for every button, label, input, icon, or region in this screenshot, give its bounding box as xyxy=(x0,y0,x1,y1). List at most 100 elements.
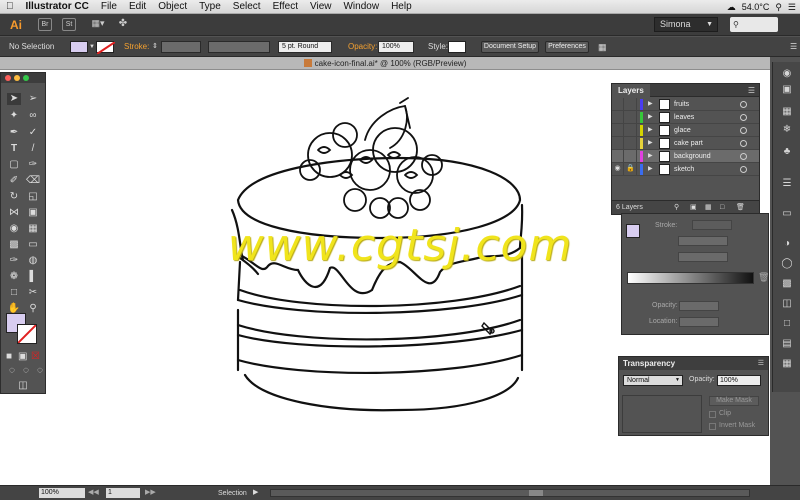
rectangle-tool-icon[interactable]: ▢ xyxy=(7,159,21,171)
scrollbar-thumb[interactable] xyxy=(529,490,543,496)
expand-triangle-icon[interactable]: ▶ xyxy=(648,137,653,150)
cloud-icon[interactable]: ☁ xyxy=(727,2,736,13)
direct-selection-tool-icon[interactable]: ➢ xyxy=(26,93,40,105)
layer-name[interactable]: fruits xyxy=(674,98,689,111)
close-icon[interactable] xyxy=(5,75,11,81)
app-menu[interactable]: Illustrator CC xyxy=(20,0,95,14)
graphic-style-button[interactable] xyxy=(448,41,466,53)
target-circle-icon[interactable] xyxy=(740,166,747,173)
target-circle-icon[interactable] xyxy=(740,127,747,134)
artboard-tool-icon[interactable]: □ xyxy=(7,287,21,299)
transparency-opacity-field[interactable]: 100% xyxy=(717,375,761,386)
location-field[interactable] xyxy=(679,317,719,327)
layer-name[interactable]: glace xyxy=(674,124,691,137)
horizontal-scrollbar[interactable] xyxy=(270,489,750,497)
menu-help[interactable]: Help xyxy=(385,0,418,14)
gradient-fill-swatch[interactable] xyxy=(626,224,640,238)
gpu-performance-icon[interactable]: ✤ xyxy=(116,18,130,31)
layer-row[interactable]: ▶ leaves xyxy=(612,111,759,124)
expand-triangle-icon[interactable]: ▶ xyxy=(648,124,653,137)
variable-width-profile[interactable] xyxy=(208,41,270,53)
zoom-tool-icon[interactable]: ⚲ xyxy=(26,303,40,315)
status-menu-icon[interactable]: ▶ xyxy=(253,488,258,496)
angle-field[interactable] xyxy=(678,236,728,246)
eye-icon[interactable]: ◉ xyxy=(612,163,624,175)
shape-builder-tool-icon[interactable]: ◉ xyxy=(7,223,21,235)
gradient-tool-icon[interactable]: ▭ xyxy=(26,239,40,251)
layers-panel-icon[interactable]: ◫ xyxy=(781,298,793,310)
expand-triangle-icon[interactable]: ▶ xyxy=(648,98,653,111)
layer-name[interactable]: cake part xyxy=(674,137,703,150)
curvature-tool-icon[interactable]: ✓ xyxy=(26,127,40,139)
swatches-panel-icon[interactable]: ▦ xyxy=(781,106,793,118)
zoom-select[interactable]: 100% xyxy=(39,488,85,498)
clip-checkbox[interactable] xyxy=(709,411,716,418)
aspect-field[interactable] xyxy=(678,252,728,262)
pen-tool-icon[interactable]: ✒ xyxy=(7,127,21,139)
scale-tool-icon[interactable]: ◱ xyxy=(26,191,40,203)
color-mode-icon[interactable]: ■ xyxy=(5,351,13,363)
layer-row[interactable]: ▶ fruits xyxy=(612,98,759,111)
free-transform-tool-icon[interactable]: ▣ xyxy=(26,207,40,219)
graphic-styles-icon[interactable]: ▩ xyxy=(781,278,793,290)
menu-select[interactable]: Select xyxy=(227,0,267,14)
magic-wand-tool-icon[interactable]: ✦ xyxy=(7,110,21,122)
stroke-panel-icon[interactable]: ☰ xyxy=(781,178,793,190)
none-mode-icon[interactable]: ☒ xyxy=(31,351,40,363)
column-graph-tool-icon[interactable]: ▌ xyxy=(26,271,40,283)
draw-behind-icon[interactable]: ◌ xyxy=(19,365,33,377)
stroke-swatch[interactable] xyxy=(17,324,37,344)
rotate-tool-icon[interactable]: ↻ xyxy=(7,191,21,203)
stroke-weight-field[interactable] xyxy=(161,41,201,53)
symbols-panel-icon[interactable]: ♣ xyxy=(781,146,793,158)
width-tool-icon[interactable]: ⋈ xyxy=(7,207,21,219)
menu-view[interactable]: View xyxy=(304,0,338,14)
artboard-number-field[interactable]: 1 xyxy=(106,488,140,498)
align-panel-icon[interactable]: ▤ xyxy=(781,338,793,350)
stroke-label[interactable]: Stroke: xyxy=(124,37,149,57)
slice-tool-icon[interactable]: ✂ xyxy=(26,287,40,299)
preferences-button[interactable]: Preferences xyxy=(545,41,589,53)
gradient-panel-icon[interactable]: ▭ xyxy=(781,208,793,220)
menu-file[interactable]: File xyxy=(95,0,123,14)
paintbrush-tool-icon[interactable]: ✑ xyxy=(26,159,40,171)
draw-inside-icon[interactable]: ◌ xyxy=(33,365,47,377)
layer-row[interactable]: ▶ cake part xyxy=(612,137,759,150)
minimize-icon[interactable] xyxy=(14,75,20,81)
panel-menu-icon[interactable]: ☰ xyxy=(748,84,755,97)
stroke-color-button[interactable] xyxy=(96,41,116,55)
blend-tool-icon[interactable]: ◍ xyxy=(26,255,40,267)
search-stock-input[interactable]: ⚲ xyxy=(730,17,778,32)
layer-row[interactable]: ◉ 🔒 ▶ sketch xyxy=(612,163,759,176)
target-circle-icon[interactable] xyxy=(740,153,747,160)
tools-panel-header[interactable] xyxy=(1,73,45,83)
gradient-slider[interactable] xyxy=(627,272,754,284)
visibility-toggle[interactable] xyxy=(612,137,624,149)
stroke-stepper[interactable]: ⇕ xyxy=(152,37,158,57)
arrange-icon[interactable]: ▦ xyxy=(598,37,607,57)
invert-mask-checkbox[interactable] xyxy=(709,423,716,430)
line-tool-icon[interactable]: / xyxy=(26,143,40,155)
layer-row[interactable]: ▶ glace xyxy=(612,124,759,137)
search-icon[interactable]: ⚲ xyxy=(775,2,782,13)
chevron-down-icon[interactable]: ▼ xyxy=(89,37,95,57)
delete-stop-icon[interactable]: 🗑 xyxy=(758,272,769,283)
lasso-tool-icon[interactable]: ∞ xyxy=(26,110,40,122)
menu-effect[interactable]: Effect xyxy=(267,0,304,14)
menu-type[interactable]: Type xyxy=(193,0,227,14)
last-artboard-icon[interactable]: ▶▶ xyxy=(145,488,156,496)
lock-toggle[interactable] xyxy=(625,98,637,110)
apple-menu-icon[interactable]:  xyxy=(0,0,20,14)
perspective-grid-tool-icon[interactable]: ▦ xyxy=(26,223,40,235)
target-circle-icon[interactable] xyxy=(740,140,747,147)
brush-definition[interactable]: 5 pt. Round xyxy=(278,41,332,53)
expand-triangle-icon[interactable]: ▶ xyxy=(648,111,653,124)
lock-toggle[interactable] xyxy=(625,137,637,149)
first-artboard-icon[interactable]: ◀◀ xyxy=(88,488,99,496)
stock-button[interactable]: St xyxy=(62,18,76,31)
eyedropper-tool-icon[interactable]: ✑ xyxy=(7,255,21,267)
tab-layers[interactable]: Layers xyxy=(612,84,650,97)
lock-toggle[interactable] xyxy=(625,150,637,162)
color-guide-icon[interactable]: ▣ xyxy=(781,84,793,96)
lock-icon[interactable]: 🔒 xyxy=(625,163,637,175)
